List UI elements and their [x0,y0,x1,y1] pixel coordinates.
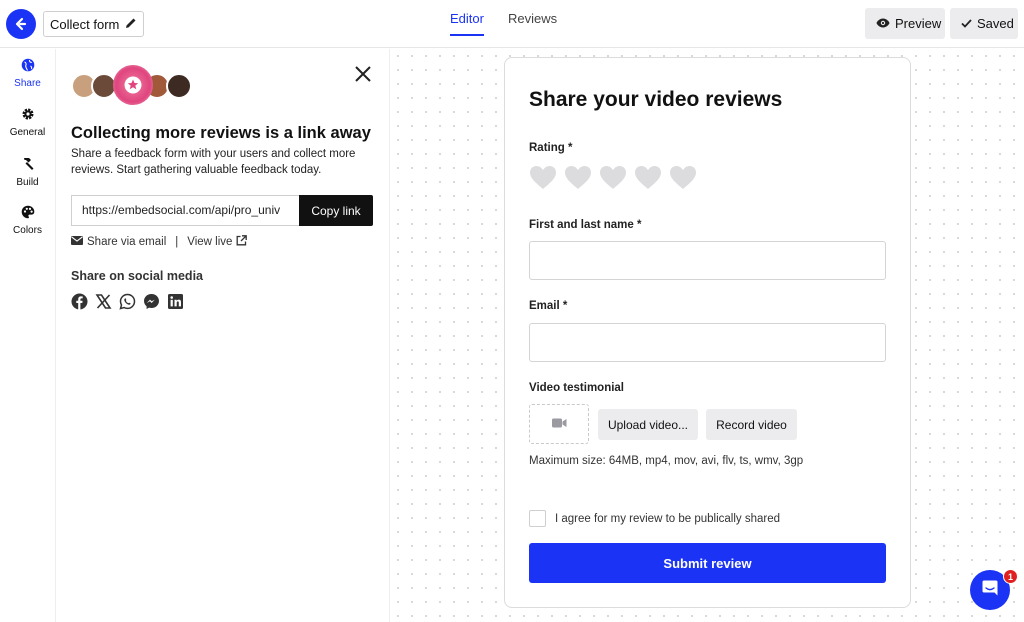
hammer-icon [20,156,35,174]
video-testimonial-label: Video testimonial [529,382,625,394]
sidebar-item-general[interactable]: General [0,98,55,147]
saved-button[interactable]: Saved [950,8,1018,39]
video-placeholder[interactable] [529,404,589,444]
external-link-icon[interactable] [236,235,248,249]
eye-icon [876,16,890,31]
envelope-icon [71,236,83,248]
rating-hearts [529,165,697,195]
record-video-button[interactable]: Record video [706,409,797,440]
name-input[interactable] [529,241,886,280]
agree-row: I agree for my review to be publically s… [529,510,780,527]
social-media-title: Share on social media [71,269,203,283]
sidebar-item-label: Build [16,176,39,188]
sidebar-item-label: Share [14,78,41,89]
email-label: Email * [529,300,568,312]
tab-reviews[interactable]: Reviews [508,0,557,48]
palette-icon [21,205,35,222]
sidebar-item-share[interactable]: Share [0,49,55,98]
heart-icon[interactable] [529,165,557,195]
max-size-note: Maximum size: 64MB, mp4, mov, avi, flv, … [529,455,804,467]
facebook-icon[interactable] [71,293,88,315]
whatsapp-icon[interactable] [119,293,136,315]
share-links: Share via email | View live [71,235,248,249]
heart-icon[interactable] [599,165,627,195]
editor-tabs: Editor Reviews [450,0,557,48]
avatar-group [71,65,196,105]
x-icon[interactable] [95,293,112,315]
name-label: First and last name * [529,219,642,231]
preview-button[interactable]: Preview [865,8,945,39]
submit-review-button[interactable]: Submit review [529,543,886,583]
app-logo-icon[interactable] [6,9,36,39]
saved-label: Saved [977,16,1014,31]
separator: | [175,236,179,248]
form-preview-card: Share your video reviews Rating * First … [504,57,911,608]
share-panel-title: Collecting more reviews is a link away [71,124,371,142]
email-input[interactable] [529,323,886,362]
agree-label: I agree for my review to be publically s… [555,512,780,525]
video-camera-icon [551,415,567,433]
top-bar: Collect form Editor Reviews Preview Save… [0,0,1024,48]
form-name-field[interactable]: Collect form [43,11,145,37]
linkedin-icon[interactable] [167,293,184,315]
share-via-email-link[interactable]: Share via email [87,236,166,248]
sidebar-item-label: General [9,127,46,138]
chat-icon [981,579,999,602]
form-name-label: Collect form [50,16,120,32]
agree-checkbox[interactable] [529,510,546,527]
sidebar-item-colors[interactable]: Colors [0,196,55,245]
rating-label: Rating * [529,142,573,154]
view-live-link[interactable]: View live [187,236,232,248]
left-sidebar: Share General Build Colors [0,49,56,622]
gear-icon [21,107,35,124]
form-title: Share your video reviews [529,88,783,111]
globe-icon [21,58,35,75]
share-panel-description: Share a feedback form with your users an… [71,148,356,176]
social-icons [71,293,184,315]
sidebar-item-build[interactable]: Build [0,147,55,196]
pencil-icon[interactable] [125,17,137,32]
check-icon [961,16,972,31]
chat-badge: 1 [1003,569,1018,584]
star-avatar-icon [113,65,153,105]
sidebar-item-label: Colors [13,225,42,236]
heart-icon[interactable] [564,165,592,195]
share-panel: Collecting more reviews is a link away S… [56,49,390,622]
tab-editor[interactable]: Editor [450,0,484,48]
upload-video-button[interactable]: Upload video... [598,409,698,440]
heart-icon[interactable] [634,165,662,195]
close-icon[interactable] [352,63,374,85]
preview-label: Preview [895,16,942,31]
heart-icon[interactable] [669,165,697,195]
messenger-icon[interactable] [143,293,160,315]
copy-link-button[interactable]: Copy link [299,195,373,226]
share-url-field[interactable]: https://embedsocial.com/api/pro_univ [71,195,300,226]
avatar [166,73,192,99]
